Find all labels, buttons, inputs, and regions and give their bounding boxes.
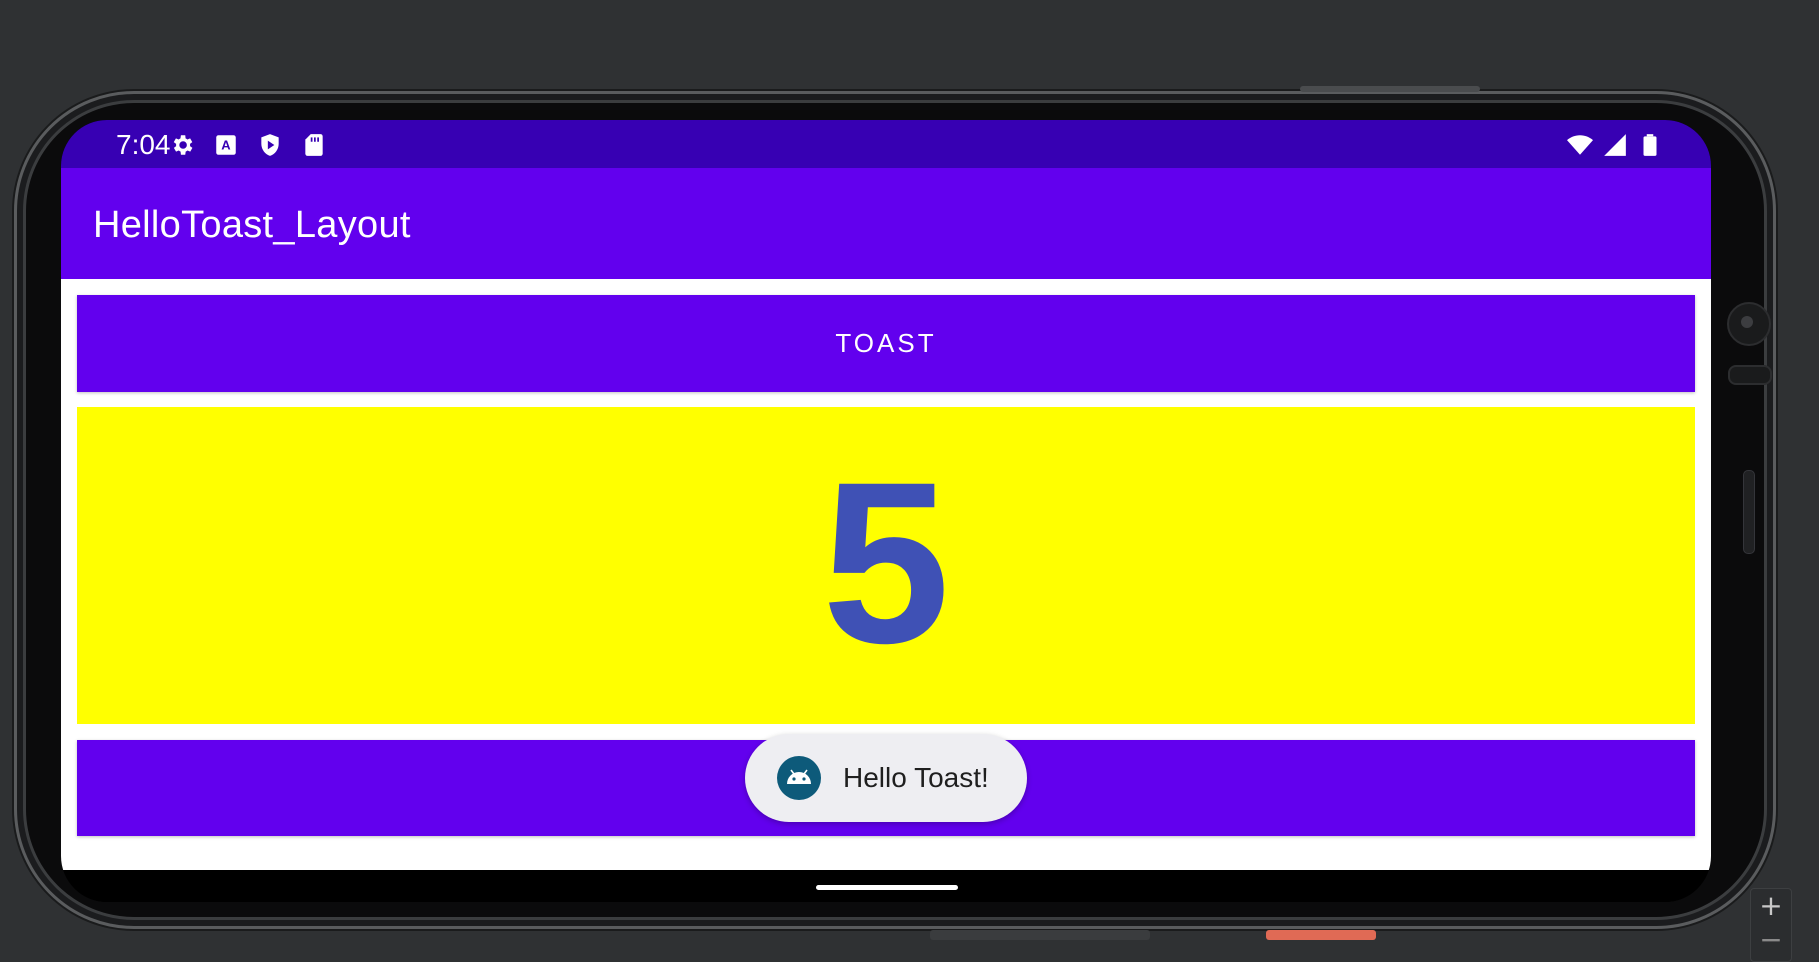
device-screen: 7:04 A HelloToast_Layout TOAST 5 Hello T… [61,120,1711,902]
status-time: 7:04 [116,129,171,160]
wifi-icon [1567,135,1593,155]
android-app-icon [777,756,821,800]
count-display: 5 [77,407,1695,724]
toast-message: Hello Toast! [843,762,989,793]
power-button [1300,86,1480,92]
earpiece-speaker [1743,470,1755,554]
home-gesture-handle[interactable] [816,885,958,890]
cellular-signal-icon [1604,134,1626,156]
sd-card-icon [305,134,323,156]
camera-lens [1741,316,1753,328]
volume-button [930,930,1150,940]
settings-gear-icon [173,135,193,155]
svg-text:A: A [221,137,231,152]
status-bar: 7:04 A [61,120,1711,168]
navigation-bar [61,870,1711,902]
zoom-in-button[interactable]: + [1751,889,1791,922]
count-value: 5 [822,433,950,691]
toast-popup: Hello Toast! [745,734,1027,822]
play-protect-shield-icon [261,134,279,156]
emulator-zoom-control: + − [1750,888,1792,962]
side-key [1266,930,1376,940]
proximity-sensor [1728,365,1772,385]
app-title: HelloToast_Layout [93,204,411,246]
toast-button[interactable]: TOAST [77,295,1695,392]
app-bar: HelloToast_Layout [61,168,1711,279]
battery-icon [1643,134,1657,156]
keyboard-a-icon: A [216,135,236,155]
zoom-out-button[interactable]: − [1751,923,1791,956]
